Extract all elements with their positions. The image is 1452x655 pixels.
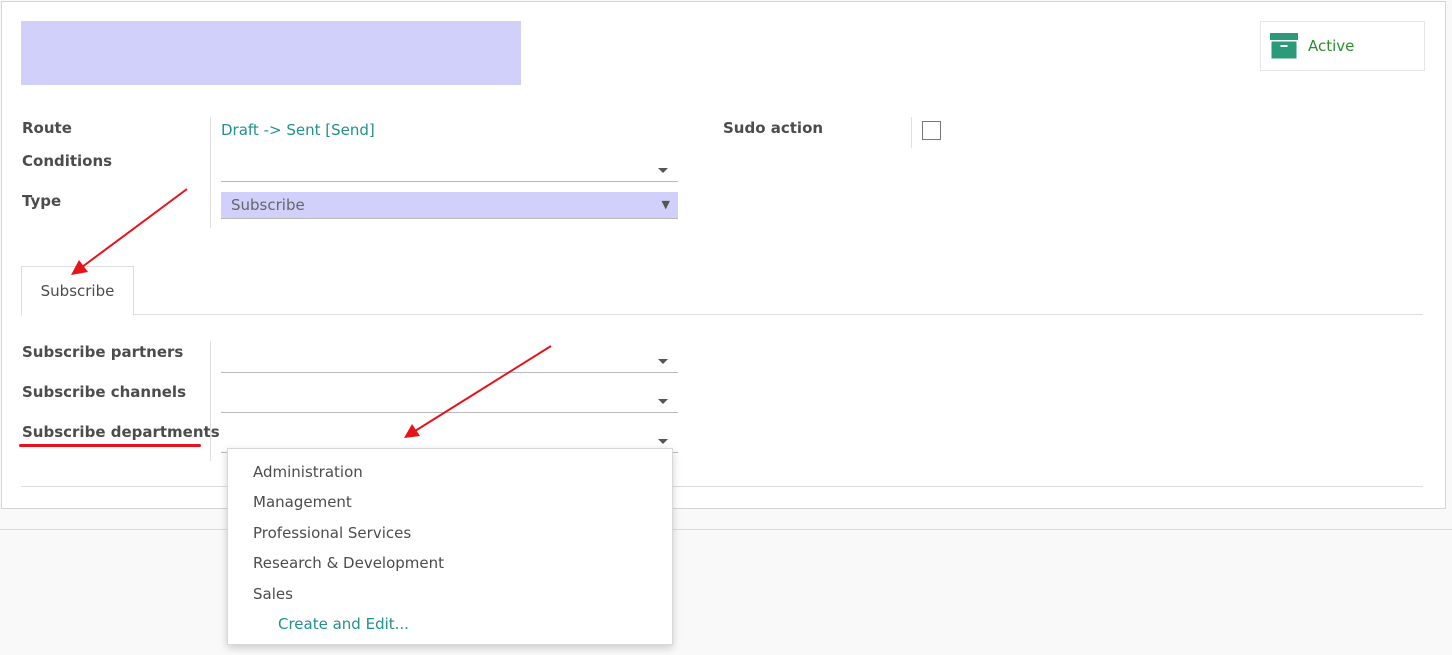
select-arrow-icon: ▼ xyxy=(661,198,670,211)
record-name-field[interactable] xyxy=(21,21,521,85)
subscribe-label-separator xyxy=(210,341,211,461)
subscribe-channels-label: Subscribe channels xyxy=(22,383,187,401)
dropdown-option[interactable]: Professional Services xyxy=(228,518,672,548)
route-label: Route xyxy=(22,119,72,137)
active-toggle-button[interactable]: Active xyxy=(1260,21,1425,71)
page-divider xyxy=(0,529,1452,530)
departments-autocomplete-dropdown: Administration Management Professional S… xyxy=(227,448,673,645)
sudo-action-label: Sudo action xyxy=(723,119,824,137)
dropdown-option[interactable]: Research & Development xyxy=(228,548,672,578)
tab-bar-line xyxy=(21,314,1423,315)
subscribe-partners-field[interactable] xyxy=(221,347,678,373)
chevron-down-icon[interactable] xyxy=(658,359,668,364)
dropdown-option[interactable]: Administration xyxy=(228,457,672,487)
chevron-down-icon[interactable] xyxy=(658,439,668,444)
chevron-down-icon[interactable] xyxy=(658,399,668,404)
chevron-down-icon[interactable] xyxy=(658,168,668,173)
create-and-edit-option[interactable]: Create and Edit... xyxy=(228,609,672,639)
sudo-action-checkbox[interactable] xyxy=(922,121,941,140)
annotation-underline xyxy=(19,444,201,447)
active-label: Active xyxy=(1308,37,1355,55)
sudo-separator xyxy=(911,117,912,148)
type-value: Subscribe xyxy=(231,196,305,214)
tab-subscribe[interactable]: Subscribe xyxy=(21,266,134,316)
type-label: Type xyxy=(22,192,62,210)
conditions-field[interactable] xyxy=(221,156,678,182)
conditions-label: Conditions xyxy=(22,152,113,170)
label-separator xyxy=(210,117,211,228)
tab-subscribe-label: Subscribe xyxy=(40,282,115,300)
type-select[interactable]: Subscribe ▼ xyxy=(221,192,678,219)
dropdown-option[interactable]: Sales xyxy=(228,579,672,609)
dropdown-option[interactable]: Management xyxy=(228,487,672,517)
subscribe-partners-label: Subscribe partners xyxy=(22,343,184,361)
archive-box-icon xyxy=(1270,33,1298,59)
subscribe-channels-field[interactable] xyxy=(221,387,678,413)
route-link[interactable]: Draft -> Sent [Send] xyxy=(221,121,375,139)
subscribe-departments-label: Subscribe departments xyxy=(22,423,220,441)
